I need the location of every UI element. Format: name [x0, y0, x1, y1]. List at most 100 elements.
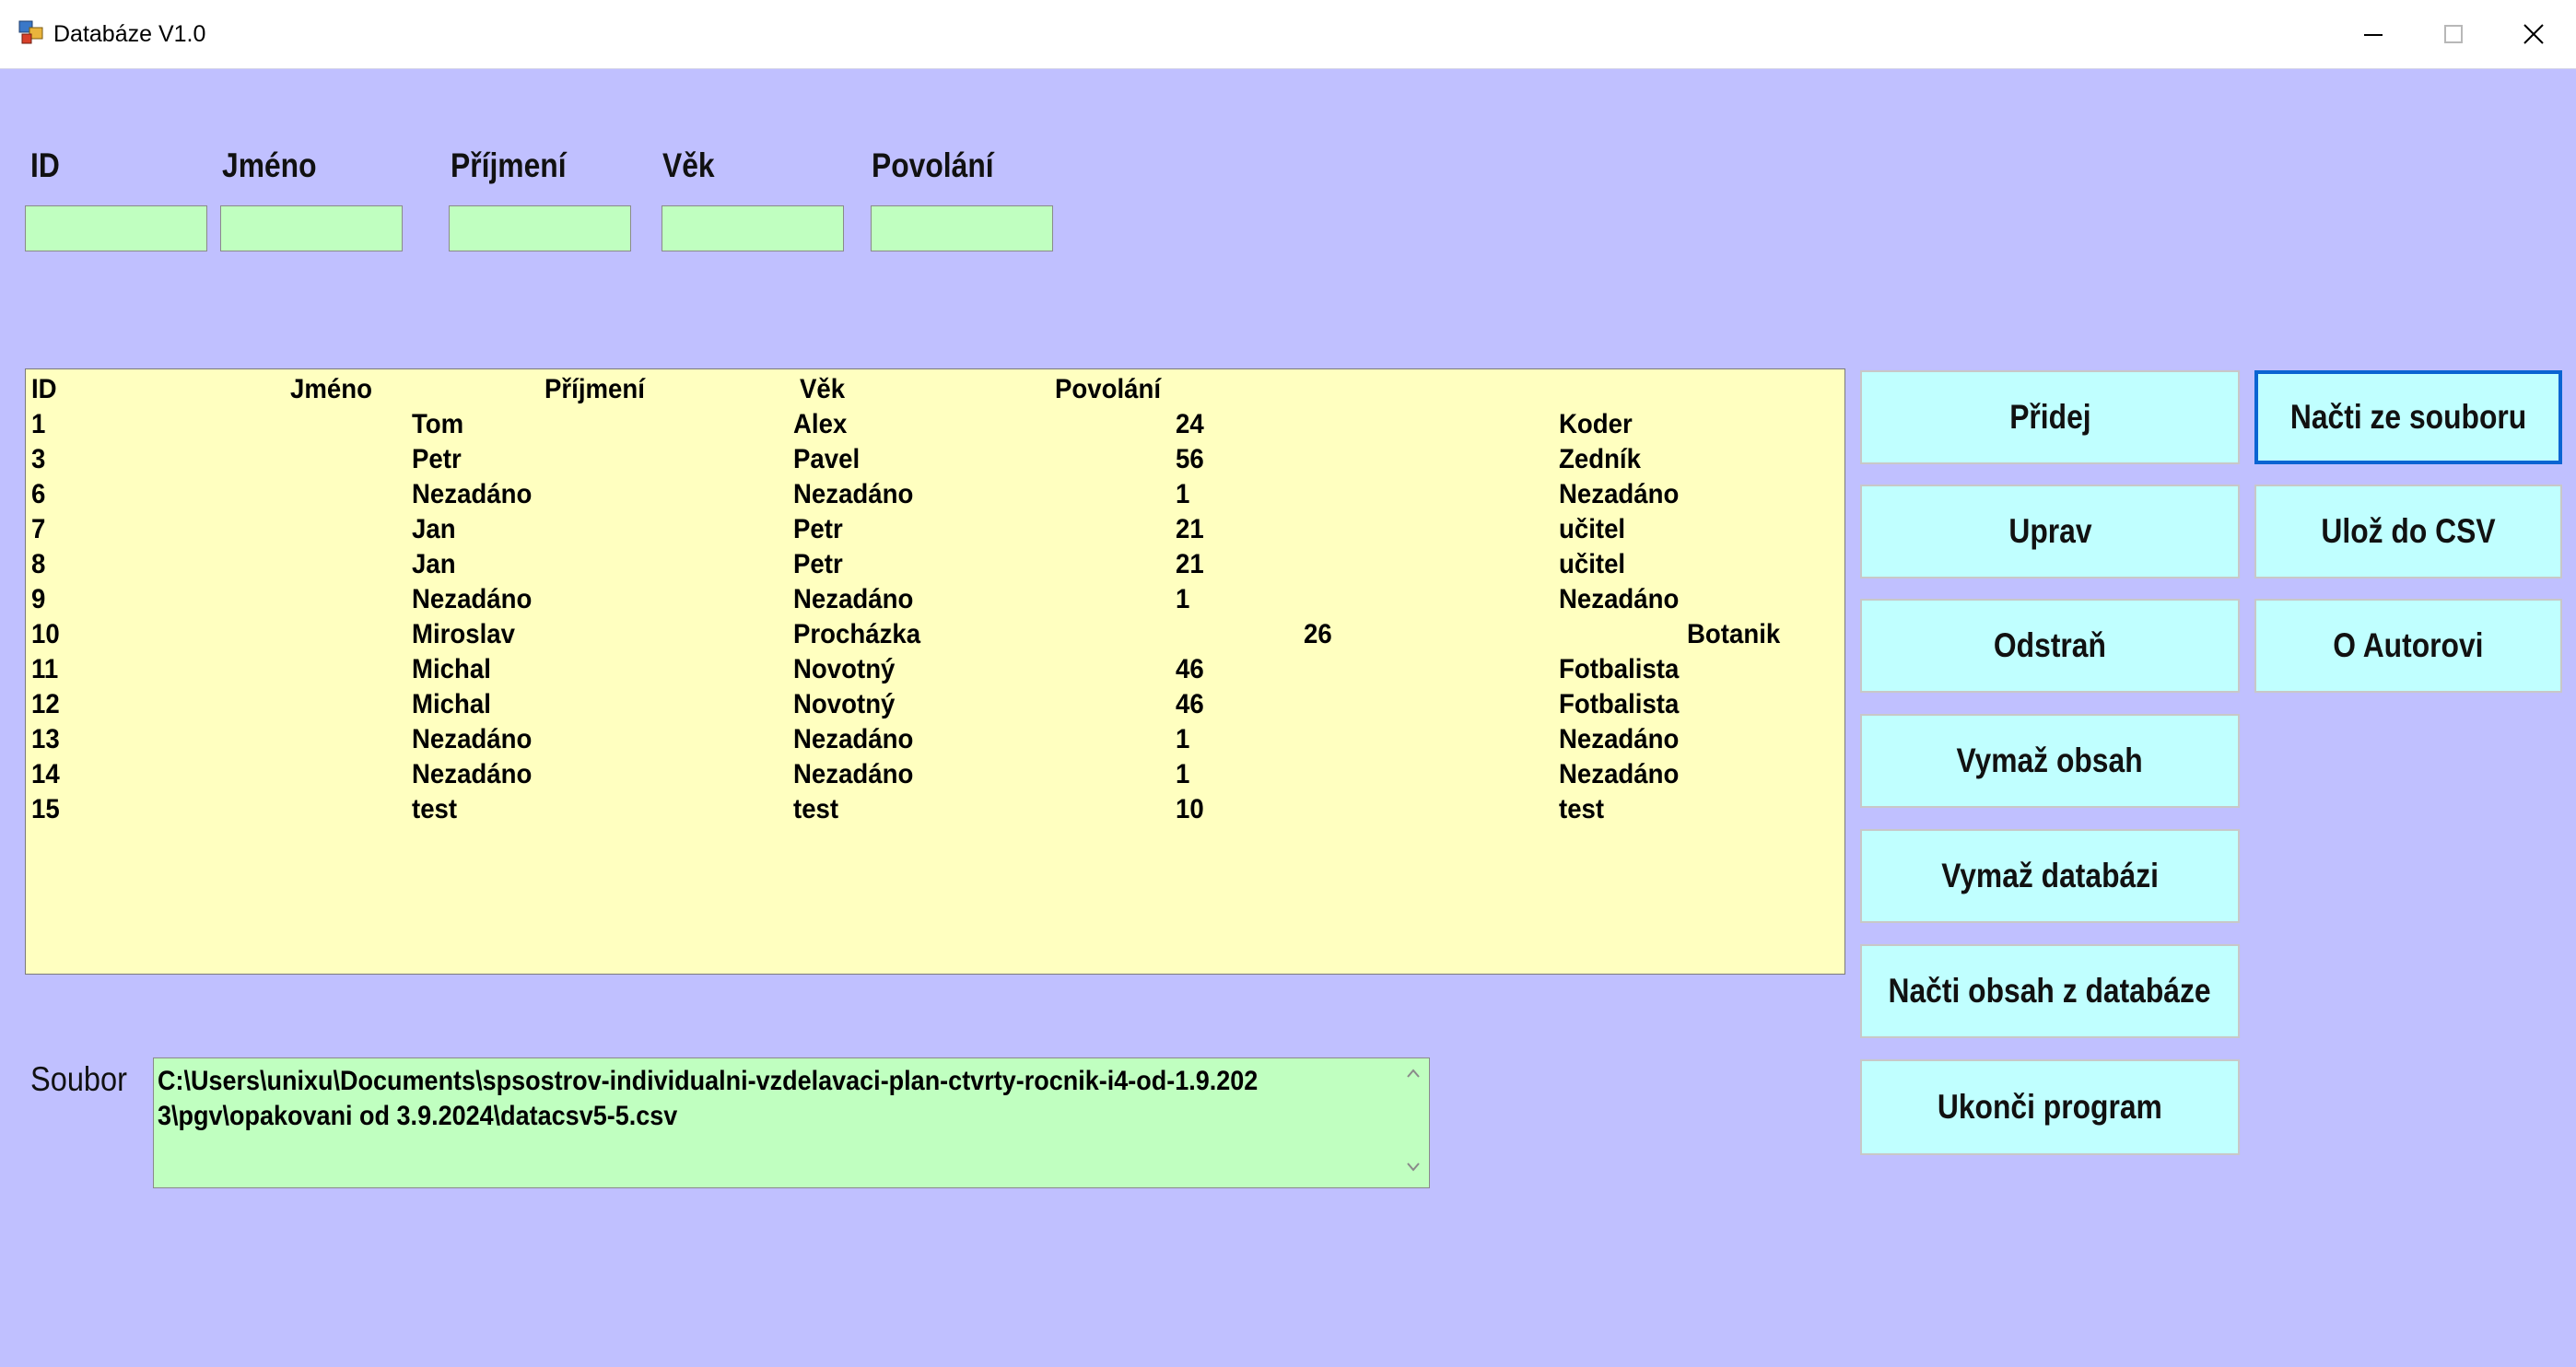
- row-povolani: Nezadáno: [1559, 724, 1680, 754]
- close-button[interactable]: [2493, 0, 2574, 68]
- list-item[interactable]: 6 Nezadáno Nezadáno 1 Nezadáno: [26, 477, 1844, 512]
- minimize-icon: [2364, 34, 2383, 36]
- row-jmeno: Nezadáno: [412, 759, 533, 789]
- row-jmeno: Michal: [412, 654, 491, 684]
- minimize-button[interactable]: [2333, 0, 2414, 68]
- row-id: 11: [31, 654, 59, 684]
- list-item[interactable]: 11 Michal Novotný 46 Fotbalista: [26, 652, 1844, 687]
- row-prijmeni: Alex: [793, 409, 848, 439]
- scroll-up-icon[interactable]: [1406, 1068, 1421, 1079]
- prijmeni-label: Příjmení: [451, 146, 567, 184]
- row-jmeno: Nezadáno: [412, 584, 533, 614]
- nacti-ze-souboru-label: Načti ze souboru: [2289, 398, 2527, 436]
- list-item[interactable]: 8 Jan Petr 21 učitel: [26, 547, 1844, 582]
- row-vek: 56: [1176, 444, 1204, 474]
- header-prijmeni: Příjmení: [544, 374, 645, 404]
- row-prijmeni: Nezadáno: [793, 759, 914, 789]
- row-vek: 1: [1176, 759, 1190, 789]
- list-header-row: ID Jméno Příjmení Věk Povolání: [26, 372, 1844, 407]
- row-povolani: test: [1559, 794, 1605, 824]
- vymaz-obsah-label: Vymaž obsah: [1956, 742, 2144, 779]
- list-item[interactable]: 10 Miroslav Procházka 26 Botanik: [26, 617, 1844, 652]
- list-item[interactable]: 9 Nezadáno Nezadáno 1 Nezadáno: [26, 582, 1844, 617]
- prijmeni-input[interactable]: [449, 205, 631, 251]
- scroll-down-icon[interactable]: [1406, 1162, 1421, 1173]
- soubor-textarea[interactable]: C:\Users\unixu\Documents\spsostrov-indiv…: [153, 1057, 1430, 1188]
- app-icon: [18, 20, 43, 44]
- row-id: 3: [31, 444, 46, 474]
- row-id: 14: [31, 759, 60, 789]
- pridej-button[interactable]: Přidej: [1860, 370, 2240, 464]
- povolani-label: Povolání: [872, 146, 994, 184]
- row-id: 10: [31, 619, 60, 649]
- row-povolani: Zedník: [1559, 444, 1641, 474]
- vymaz-databazi-button[interactable]: Vymaž databázi: [1860, 829, 2240, 923]
- row-prijmeni: Nezadáno: [793, 724, 914, 754]
- row-vek: 46: [1176, 654, 1204, 684]
- maximize-icon: [2444, 25, 2463, 43]
- row-jmeno: test: [412, 794, 458, 824]
- header-jmeno: Jméno: [290, 374, 372, 404]
- vek-input[interactable]: [662, 205, 844, 251]
- uprav-label: Uprav: [2008, 512, 2092, 550]
- uloz-do-csv-label: Ulož do CSV: [2321, 512, 2496, 550]
- id-input[interactable]: [25, 205, 207, 251]
- nacti-obsah-label: Načti obsah z databáze: [1888, 972, 2212, 1010]
- ukonci-label: Ukonči program: [1938, 1088, 2162, 1126]
- uprav-button[interactable]: Uprav: [1860, 485, 2240, 578]
- list-item[interactable]: 14 Nezadáno Nezadáno 1 Nezadáno: [26, 757, 1844, 792]
- row-vek: 10: [1176, 794, 1204, 824]
- jmeno-input[interactable]: [220, 205, 403, 251]
- list-item[interactable]: 7 Jan Petr 21 učitel: [26, 512, 1844, 547]
- list-item[interactable]: 13 Nezadáno Nezadáno 1 Nezadáno: [26, 722, 1844, 757]
- row-vek: 21: [1176, 514, 1204, 544]
- uloz-do-csv-button[interactable]: Ulož do CSV: [2254, 485, 2562, 578]
- row-povolani: Nezadáno: [1559, 759, 1680, 789]
- list-item[interactable]: 1 Tom Alex 24 Koder: [26, 407, 1844, 442]
- row-prijmeni: Petr: [793, 549, 843, 579]
- row-prijmeni: Nezadáno: [793, 584, 914, 614]
- records-listbox[interactable]: ID Jméno Příjmení Věk Povolání 1 Tom Ale…: [25, 368, 1845, 975]
- window-title: Databáze V1.0: [53, 21, 206, 47]
- soubor-path-text: C:\Users\unixu\Documents\spsostrov-indiv…: [158, 1066, 1259, 1131]
- vymaz-obsah-button[interactable]: Vymaž obsah: [1860, 714, 2240, 808]
- row-povolani: Botanik: [1687, 619, 1781, 649]
- pridej-label: Přidej: [2008, 398, 2091, 436]
- row-prijmeni: test: [793, 794, 839, 824]
- list-item[interactable]: 15 test test 10 test: [26, 792, 1844, 827]
- o-autorovi-button[interactable]: O Autorovi: [2254, 599, 2562, 693]
- row-id: 7: [31, 514, 46, 544]
- row-povolani: Fotbalista: [1559, 654, 1680, 684]
- row-id: 13: [31, 724, 60, 754]
- row-povolani: učitel: [1559, 514, 1626, 544]
- row-jmeno: Nezadáno: [412, 724, 533, 754]
- row-id: 6: [31, 479, 46, 509]
- id-label: ID: [30, 146, 60, 184]
- row-prijmeni: Pavel: [793, 444, 861, 474]
- row-jmeno: Tom: [412, 409, 464, 439]
- row-jmeno: Nezadáno: [412, 479, 533, 509]
- o-autorovi-label: O Autorovi: [2333, 626, 2484, 664]
- row-prijmeni: Petr: [793, 514, 843, 544]
- row-id: 1: [31, 409, 46, 439]
- row-id: 8: [31, 549, 46, 579]
- soubor-label: Soubor: [30, 1060, 127, 1098]
- row-jmeno: Petr: [412, 444, 462, 474]
- row-povolani: Fotbalista: [1559, 689, 1680, 719]
- row-povolani: Nezadáno: [1559, 479, 1680, 509]
- povolani-input[interactable]: [871, 205, 1053, 251]
- soubor-scrollbar[interactable]: [1398, 1058, 1429, 1187]
- nacti-ze-souboru-button[interactable]: Načti ze souboru: [2254, 370, 2562, 464]
- maximize-button[interactable]: [2413, 0, 2494, 68]
- row-vek: 24: [1176, 409, 1204, 439]
- list-item[interactable]: 3 Petr Pavel 56 Zedník: [26, 442, 1844, 477]
- row-povolani: Nezadáno: [1559, 584, 1680, 614]
- row-povolani: Koder: [1559, 409, 1633, 439]
- odstran-button[interactable]: Odstraň: [1860, 599, 2240, 693]
- row-povolani: učitel: [1559, 549, 1626, 579]
- ukonci-program-button[interactable]: Ukonči program: [1860, 1059, 2240, 1155]
- header-povolani: Povolání: [1055, 374, 1162, 404]
- nacti-obsah-z-databaze-button[interactable]: Načti obsah z databáze: [1860, 944, 2240, 1038]
- list-item[interactable]: 12 Michal Novotný 46 Fotbalista: [26, 687, 1844, 722]
- row-prijmeni: Nezadáno: [793, 479, 914, 509]
